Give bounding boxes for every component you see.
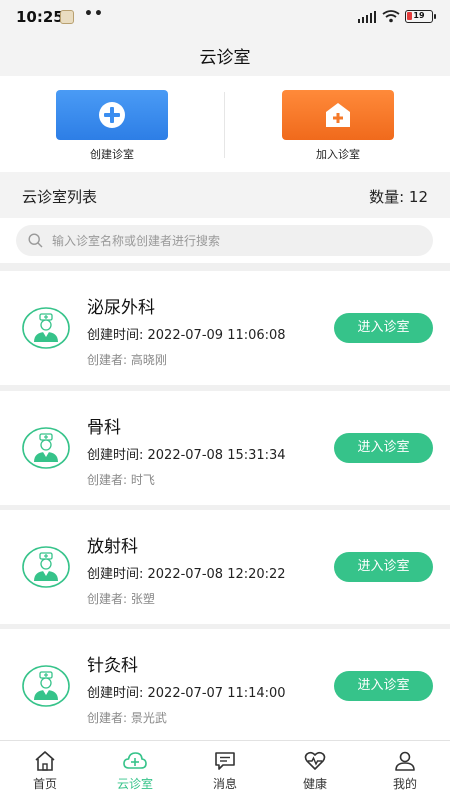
list-count: 数量: 12	[369, 188, 428, 206]
clinic-created-time: 创建时间: 2022-07-08 12:20:22	[87, 567, 286, 582]
list-item[interactable]: 放射科 创建时间: 2022-07-08 12:20:22 创建者: 张塑 进入…	[0, 510, 450, 624]
clinic-name: 放射科	[87, 537, 138, 557]
clinic-creator: 创建者: 张塑	[87, 592, 155, 606]
home-icon	[35, 751, 55, 771]
create-clinic-label: 创建诊室	[90, 148, 134, 161]
create-clinic-tile[interactable]	[56, 90, 168, 140]
clinic-creator: 创建者: 高晓刚	[87, 353, 167, 367]
clinic-creator: 创建者: 时飞	[87, 473, 155, 487]
cloud-plus-icon	[123, 752, 147, 769]
clinic-name: 骨科	[87, 418, 121, 438]
page-title: 云诊室	[199, 48, 251, 68]
user-icon	[395, 751, 415, 771]
status-time: 10:25	[16, 8, 64, 26]
join-clinic-label: 加入诊室	[316, 148, 360, 161]
tab-home-label: 首页	[32, 777, 57, 791]
join-clinic-button[interactable]: 加入诊室	[282, 90, 394, 162]
clinic-created-time: 创建时间: 2022-07-07 11:14:00	[87, 686, 286, 701]
tab-health[interactable]: 健康	[270, 741, 360, 799]
tab-profile-label: 我的	[392, 777, 417, 791]
signal-icon	[358, 11, 376, 23]
search-icon	[28, 233, 43, 248]
clinic-created-time: 创建时间: 2022-07-09 11:06:08	[87, 328, 286, 343]
enter-clinic-button[interactable]: 进入诊室	[334, 433, 433, 463]
battery-icon: 19	[405, 10, 436, 23]
action-divider	[224, 92, 225, 158]
search-box[interactable]	[16, 225, 433, 256]
doctor-avatar-icon	[22, 665, 70, 707]
doctor-avatar-icon	[22, 427, 70, 469]
tab-cloud-clinic-label: 云诊室	[116, 777, 153, 791]
heart-pulse-icon	[304, 751, 326, 770]
list-header: 云诊室列表 数量: 12	[0, 172, 450, 218]
plus-circle-icon	[99, 102, 125, 128]
list-title: 云诊室列表	[22, 188, 98, 206]
tab-home[interactable]: 首页	[0, 741, 90, 799]
more-notifications-icon: ••	[84, 6, 104, 22]
tab-messages[interactable]: 消息	[180, 741, 270, 799]
tab-health-label: 健康	[302, 777, 327, 791]
list-item[interactable]: 泌尿外科 创建时间: 2022-07-09 11:06:08 创建者: 高晓刚 …	[0, 271, 450, 385]
action-panel: 创建诊室 加入诊室	[0, 76, 450, 172]
tab-cloud-clinic[interactable]: 云诊室	[90, 741, 180, 799]
clinic-name: 泌尿外科	[87, 298, 155, 318]
clinic-creator: 创建者: 景光武	[87, 711, 167, 725]
nav-header: 云诊室	[0, 34, 450, 76]
tab-profile[interactable]: 我的	[360, 741, 450, 799]
message-icon	[215, 752, 235, 770]
wifi-icon	[382, 10, 400, 23]
enter-clinic-button[interactable]: 进入诊室	[334, 552, 433, 582]
tab-messages-label: 消息	[212, 777, 237, 791]
app-notification-icon	[60, 10, 74, 24]
doctor-avatar-icon	[22, 546, 70, 588]
list-item[interactable]: 针灸科 创建时间: 2022-07-07 11:14:00 创建者: 景光武 进…	[0, 629, 450, 743]
house-plus-icon	[326, 103, 350, 127]
clinic-name: 针灸科	[87, 656, 138, 676]
enter-clinic-button[interactable]: 进入诊室	[334, 671, 433, 701]
search-input[interactable]	[52, 225, 422, 256]
bottom-tab-bar: 首页 云诊室 消息 健康 我的	[0, 740, 450, 800]
doctor-avatar-icon	[22, 307, 70, 349]
join-clinic-tile[interactable]	[282, 90, 394, 140]
clinic-created-time: 创建时间: 2022-07-08 15:31:34	[87, 448, 286, 463]
status-bar: 10:25 •• 19	[0, 0, 450, 34]
enter-clinic-button[interactable]: 进入诊室	[334, 313, 433, 343]
list-item[interactable]: 骨科 创建时间: 2022-07-08 15:31:34 创建者: 时飞 进入诊…	[0, 391, 450, 505]
search-bar	[0, 218, 450, 263]
create-clinic-button[interactable]: 创建诊室	[56, 90, 168, 162]
